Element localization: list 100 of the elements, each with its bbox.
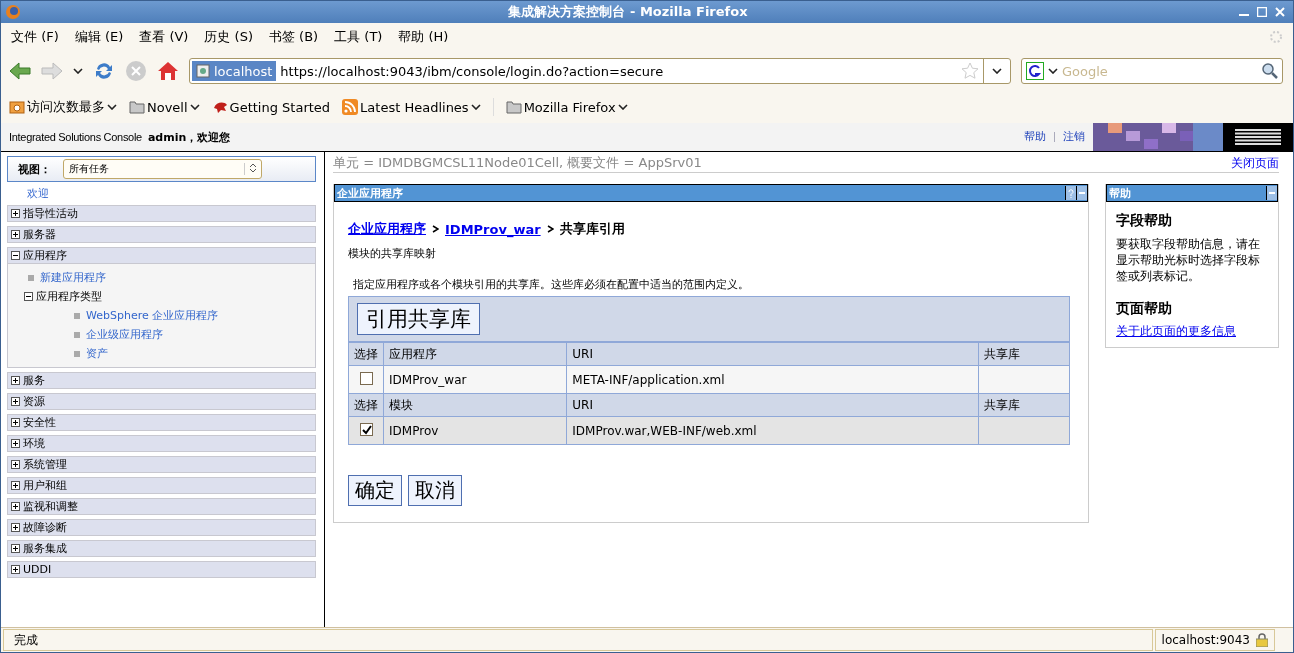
description: 指定应用程序或各个模块引用的共享库。这些库必须在配置中适当的范围内定义。: [353, 277, 750, 292]
checkbox[interactable]: [360, 371, 373, 385]
dropdown-caret-icon[interactable]: [992, 68, 1002, 74]
feed-icon: [342, 99, 359, 115]
nav-group[interactable]: 服务: [7, 372, 316, 389]
nav-group[interactable]: 资源: [7, 393, 316, 410]
nav-group[interactable]: 故障诊断: [7, 519, 316, 536]
expand-icon[interactable]: [11, 418, 20, 427]
bookmark[interactable]: 访问次数最多: [9, 98, 117, 116]
nav-group[interactable]: UDDI: [7, 561, 316, 578]
nav-group[interactable]: 安全性: [7, 414, 316, 431]
column-header: 选择: [348, 342, 384, 366]
table-cell: IDMProv_war: [383, 365, 567, 394]
tree-link[interactable]: 新建应用程序: [28, 270, 315, 285]
nav-group[interactable]: 服务集成: [7, 540, 316, 557]
menu-item[interactable]: 工具 (T): [334, 28, 383, 46]
reload-icon[interactable]: [93, 60, 115, 82]
address-field[interactable]: localhost https://localhost:9043/ibm/console/login.do?action=secure: [189, 58, 1011, 84]
menu-item[interactable]: 文件 (F): [11, 28, 59, 46]
minimize-icon[interactable]: [1076, 186, 1087, 200]
menu-item[interactable]: 书签 (B): [268, 28, 319, 46]
dropdown-caret-icon[interactable]: [73, 68, 83, 74]
nav-group[interactable]: 用户和组: [7, 477, 316, 494]
expand-icon[interactable]: [11, 481, 20, 490]
status-text: 完成: [3, 629, 1153, 651]
dropdown-caret-icon[interactable]: [189, 104, 200, 110]
nav-group[interactable]: 应用程序: [7, 247, 316, 264]
expand-icon[interactable]: [11, 209, 20, 218]
collapse-icon[interactable]: [24, 292, 33, 301]
expand-icon[interactable]: [11, 565, 20, 574]
page-icon: [196, 64, 210, 78]
welcome-link[interactable]: 欢迎: [27, 186, 316, 201]
maximize-icon[interactable]: [1257, 7, 1267, 17]
tree-link[interactable]: 资产: [74, 346, 315, 361]
column-header: URI: [566, 393, 979, 417]
bookmark[interactable]: Novell: [129, 99, 200, 115]
close-icon[interactable]: [1275, 7, 1285, 17]
bird-icon: [211, 100, 228, 114]
expand-icon[interactable]: [11, 230, 20, 239]
globe-icon: [5, 4, 21, 20]
search-engine-icon: [1026, 62, 1044, 80]
breadcrumb-current: 共享库引用: [559, 220, 625, 238]
expand-icon[interactable]: [11, 397, 20, 406]
breadcrumb-link[interactable]: 企业应用程序: [348, 220, 426, 238]
bookmark[interactable]: Mozilla Firefox: [505, 99, 628, 115]
ok-button[interactable]: 确定: [348, 475, 402, 506]
nav-group[interactable]: 服务器: [7, 226, 316, 243]
help-text: 要获取字段帮助信息，请在显示帮助光标时选择字段标签或列表标记。: [1116, 236, 1261, 284]
collapse-icon[interactable]: [11, 251, 20, 260]
header-link[interactable]: 帮助: [1024, 132, 1046, 142]
nav-group[interactable]: 指导性活动: [7, 205, 316, 222]
back-icon[interactable]: [9, 61, 31, 81]
close-page-link[interactable]: 关闭页面: [1231, 154, 1279, 172]
column-header: 应用程序: [383, 342, 567, 366]
breadcrumb-link[interactable]: IDMProv_war: [445, 221, 541, 237]
dropdown-caret-icon[interactable]: [1048, 68, 1058, 74]
status-host: localhost:9043: [1154, 629, 1275, 651]
expand-icon[interactable]: [11, 502, 20, 511]
view-dropdown[interactable]: 所有任务: [63, 159, 262, 179]
menu-item[interactable]: 查看 (V): [139, 28, 189, 46]
expand-icon[interactable]: [11, 544, 20, 553]
menu-item[interactable]: 编辑 (E): [74, 28, 124, 46]
expand-icon[interactable]: [11, 460, 20, 469]
panel-title: 帮助: [1108, 185, 1132, 201]
more-info-link[interactable]: 关于此页面的更多信息: [1116, 324, 1236, 338]
bookmark[interactable]: Latest Headlines: [342, 99, 481, 115]
dropdown-caret-icon[interactable]: [107, 104, 117, 110]
help-icon[interactable]: [1065, 186, 1076, 200]
menu-item[interactable]: 历史 (S): [204, 28, 253, 46]
table-cell: IDMProv: [383, 416, 567, 445]
expand-icon[interactable]: [11, 376, 20, 385]
bookmark[interactable]: Getting Started: [211, 99, 331, 115]
product-name: Integrated Solutions Console: [9, 131, 142, 143]
header-link[interactable]: 注销: [1054, 132, 1085, 142]
tree-link[interactable]: 企业级应用程序: [74, 327, 315, 342]
nav-group[interactable]: 系统管理: [7, 456, 316, 473]
menu-item[interactable]: 帮助 (H): [398, 28, 449, 46]
checkbox[interactable]: [360, 423, 373, 437]
minimize-icon[interactable]: [1266, 186, 1277, 200]
column-header: 选择: [348, 393, 384, 417]
site-badge: localhost: [192, 61, 277, 81]
nav-group[interactable]: 监视和调整: [7, 498, 316, 515]
home-icon[interactable]: [157, 60, 179, 82]
scope-text: 单元 = IDMDBGMCSL11Node01Cell, 概要文件 = AppSrv01: [333, 154, 703, 172]
dropdown-caret-icon[interactable]: [617, 104, 628, 110]
window-title: 集成解决方案控制台 - Mozilla Firefox: [507, 3, 749, 21]
tree-link[interactable]: WebSphere 企业应用程序: [74, 308, 315, 323]
bullet-icon: [74, 312, 80, 319]
search-icon[interactable]: [1262, 63, 1278, 79]
expand-icon[interactable]: [11, 439, 20, 448]
tree-group[interactable]: 应用程序类型: [24, 289, 315, 304]
dropdown-caret-icon[interactable]: [470, 104, 481, 110]
view-label: 视图：: [18, 161, 51, 177]
cancel-button[interactable]: 取消: [408, 475, 462, 506]
star-icon[interactable]: [961, 62, 979, 80]
reference-library-button[interactable]: 引用共享库: [357, 303, 480, 335]
nav-group[interactable]: 环境: [7, 435, 316, 452]
up-down-icon: [249, 163, 257, 173]
expand-icon[interactable]: [11, 523, 20, 532]
separator-icon: [546, 225, 554, 233]
